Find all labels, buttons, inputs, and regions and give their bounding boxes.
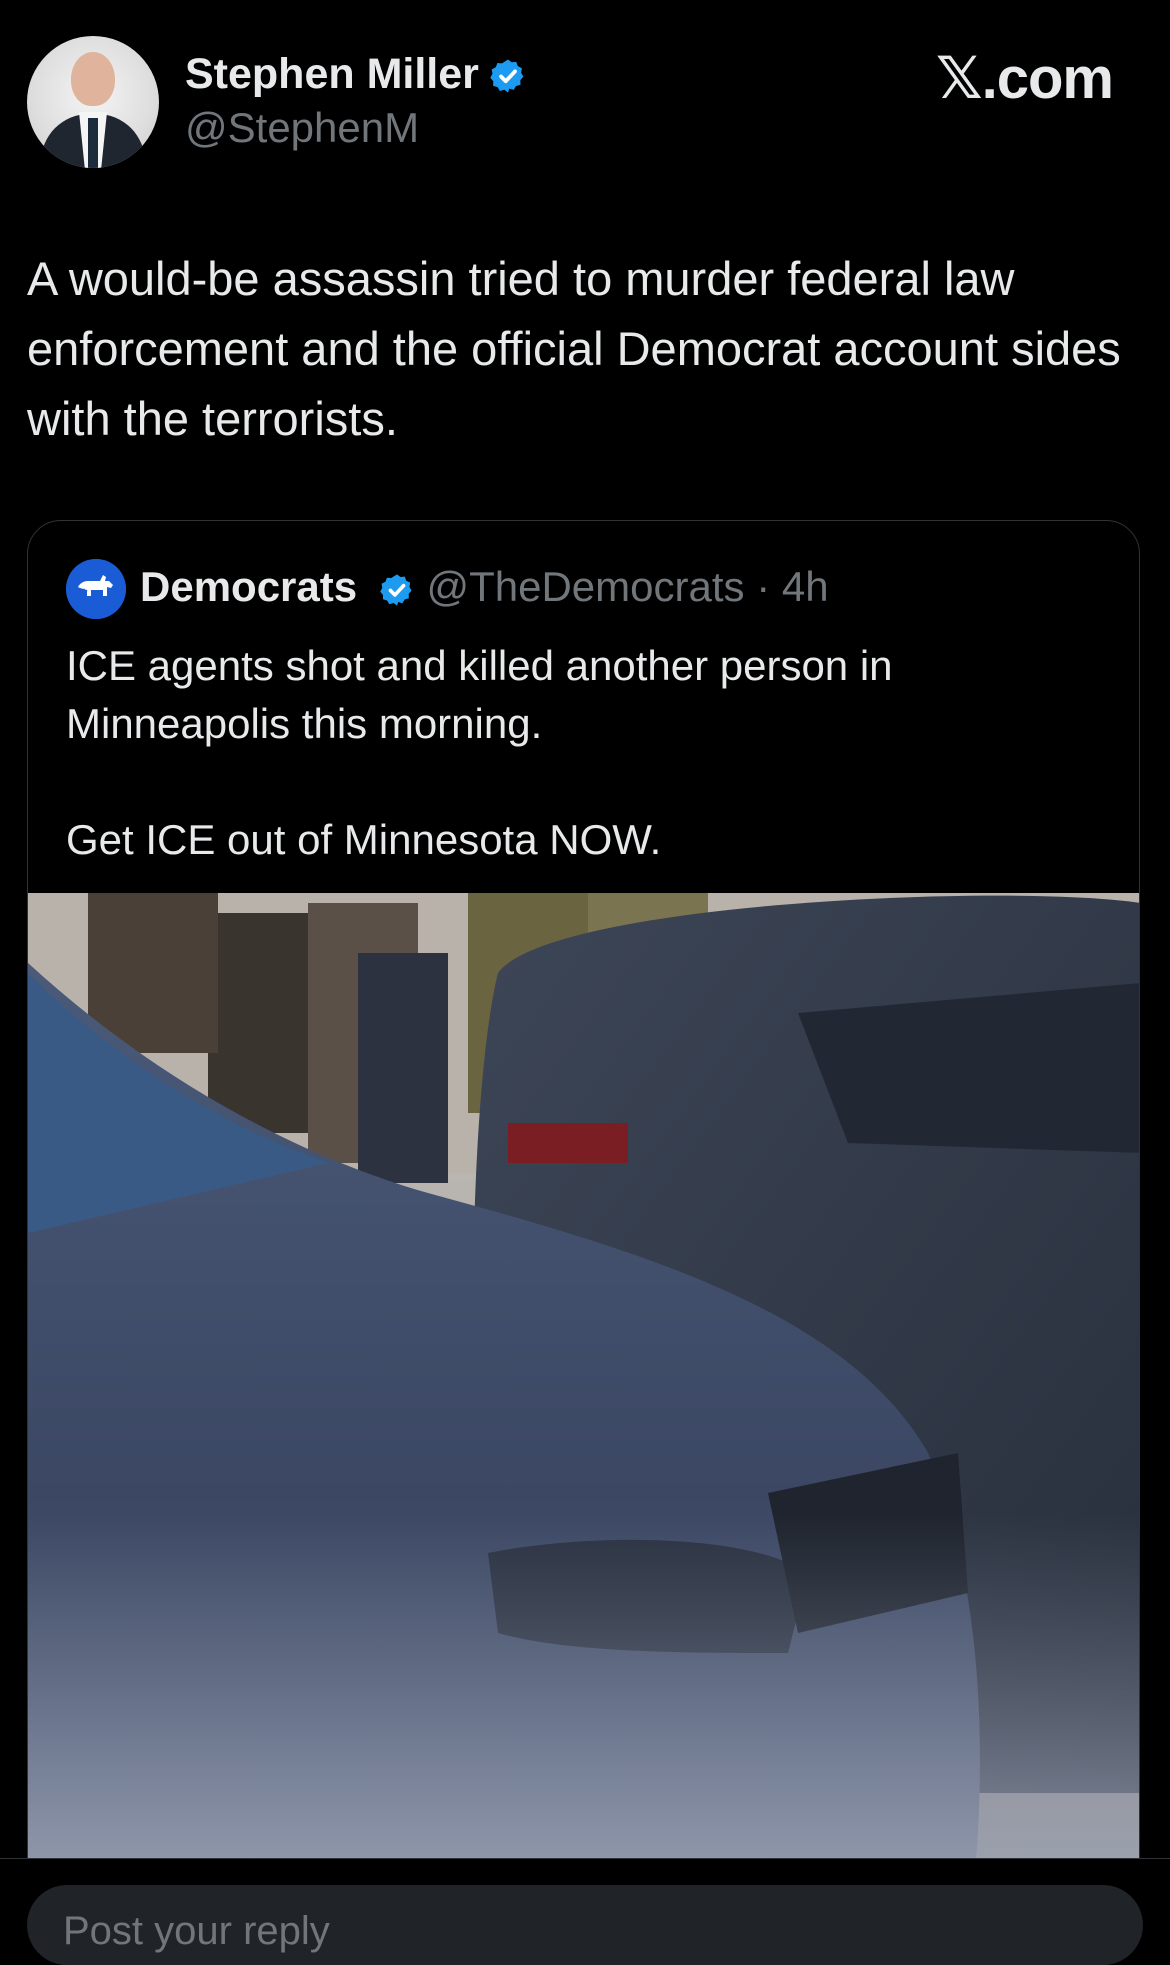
- quoted-text-paragraph-2: Get ICE out of Minnesota NOW.: [66, 816, 662, 863]
- reply-bar: Post your reply: [0, 1858, 1170, 1965]
- avatar-tie: [88, 118, 98, 168]
- quoted-verified-badge-icon: [379, 570, 415, 618]
- quoted-video-thumbnail[interactable]: [28, 893, 1139, 1919]
- avatar-head: [71, 52, 115, 106]
- reply-input[interactable]: Post your reply: [27, 1885, 1143, 1965]
- quoted-timestamp[interactable]: 4h: [782, 563, 829, 610]
- quoted-tweet-header: Democrats @TheDemocrats · 4h: [140, 563, 829, 618]
- quoted-text-paragraph-1: ICE agents shot and killed another perso…: [66, 642, 893, 747]
- quoted-tweet-card[interactable]: Democrats @TheDemocrats · 4h ICE agents …: [27, 520, 1140, 1920]
- democrats-donkey-avatar-icon[interactable]: [66, 559, 126, 619]
- author-avatar[interactable]: [27, 36, 159, 168]
- meta-separator: ·: [756, 563, 771, 610]
- quoted-author-name[interactable]: Democrats: [140, 563, 357, 610]
- quoted-author-handle[interactable]: @TheDemocrats: [426, 563, 744, 610]
- x-com-logo: 𝕏.com: [935, 46, 1114, 111]
- author-name-row[interactable]: Stephen Miller: [185, 50, 527, 106]
- author-handle[interactable]: @StephenM: [185, 104, 419, 152]
- author-name[interactable]: Stephen Miller: [185, 50, 479, 98]
- quoted-tweet-text: ICE agents shot and killed another perso…: [66, 637, 1096, 869]
- reply-placeholder: Post your reply: [63, 1909, 330, 1953]
- tweet-header: Stephen Miller @StephenM 𝕏.com: [27, 36, 1143, 172]
- tweet-text: A would-be assassin tried to murder fede…: [27, 252, 1121, 445]
- verified-badge-icon: [489, 57, 527, 106]
